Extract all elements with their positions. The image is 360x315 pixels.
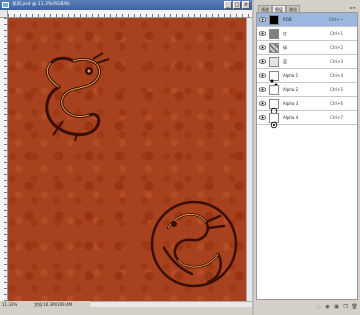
visibility-eye-icon[interactable] [259,115,266,120]
channel-thumbnail [269,57,279,67]
channels-panel: 通道 图层 路径 ▸≡ RGB Ctrl+~ 红 Ctrl+1 绿 Ctrl+2… [252,0,360,315]
visibility-eye-icon[interactable] [259,59,266,64]
channel-row[interactable]: Alpha 1 Ctrl+4 [257,69,357,87]
document-info[interactable]: 文档:16.3M/109.4M [34,302,72,308]
channel-shortcut: Ctrl+7 [329,115,343,120]
tab-channels[interactable]: 通道 [258,5,272,12]
photoshop-app-icon [2,2,9,8]
new-channel-icon[interactable]: ❐ [342,304,349,311]
channel-shortcut: Ctrl+4 [329,73,343,78]
document-titlebar[interactable]: 龙凤.psd @ 11.3%(RGB/8) _ □ × [0,0,252,10]
horizontal-ruler[interactable] [8,10,252,18]
channel-shortcut: Ctrl+3 [329,59,343,64]
channel-row[interactable]: 蓝 Ctrl+3 [257,55,357,69]
tab-paths[interactable]: 路径 [286,5,300,12]
channel-shortcut: Ctrl+5 [329,87,343,92]
channel-name: Alpha 3 [283,101,299,106]
panel-menu-icon[interactable]: ▸≡ [350,5,356,11]
image-canvas[interactable] [8,18,246,301]
status-bar: 11.33% 文档:16.3M/109.4M [0,301,90,315]
visibility-eye-icon[interactable] [259,101,266,106]
channel-name: 蓝 [283,59,287,64]
channel-name: RGB [283,17,292,22]
vertical-ruler[interactable] [0,18,8,301]
channel-thumbnail [269,113,279,129]
channel-thumbnail [269,99,279,115]
channel-row[interactable]: Alpha 3 Ctrl+6 [257,97,357,115]
minimize-button[interactable]: _ [224,1,232,9]
channel-thumbnail [269,15,279,25]
channel-row[interactable]: 绿 Ctrl+2 [257,41,357,55]
channel-name: Alpha 1 [283,73,299,78]
channel-name: Alpha 4 [283,115,299,120]
dotted-circle-icon[interactable]: ◌ [315,304,322,311]
tab-layers[interactable]: 图层 [272,5,286,12]
channel-list: RGB Ctrl+~ 红 Ctrl+1 绿 Ctrl+2 蓝 Ctrl+3 Al… [256,12,358,300]
channel-name: 红 [283,31,287,36]
channel-row[interactable]: Alpha 2 Ctrl+5 [257,83,357,97]
visibility-eye-icon[interactable] [259,87,266,92]
channel-shortcut: Ctrl+6 [329,101,343,106]
mask-icon[interactable]: ▣ [333,304,340,311]
channel-row[interactable]: 红 Ctrl+1 [257,27,357,41]
channel-shortcut: Ctrl+2 [329,45,343,50]
panel-tabs: 通道 图层 路径 [258,5,300,12]
close-button[interactable]: × [242,1,250,9]
visibility-eye-icon[interactable] [259,31,266,36]
filled-circle-icon[interactable]: ◉ [324,304,331,311]
channel-shortcut: Ctrl+~ [329,17,343,22]
dragon-motif [45,52,110,141]
channel-name: 绿 [283,45,287,50]
channel-name: Alpha 2 [283,87,299,92]
trash-icon[interactable]: 🗑 [351,304,358,311]
phoenix-motif [150,200,238,288]
visibility-eye-icon[interactable] [259,17,266,22]
channel-thumbnail [269,85,279,95]
channel-thumbnail [269,29,279,39]
status-bar-fill [90,307,252,315]
zoom-level[interactable]: 11.33% [2,302,17,308]
visibility-eye-icon[interactable] [259,73,266,78]
maximize-button[interactable]: □ [233,1,241,9]
document-title: 龙凤.psd @ 11.3%(RGB/8) [12,2,70,7]
channel-row[interactable]: RGB Ctrl+~ [257,13,357,27]
ruler-origin[interactable] [0,10,8,18]
visibility-eye-icon[interactable] [259,45,266,50]
document-window: 龙凤.psd @ 11.3%(RGB/8) _ □ × 11.33% 文档:16… [0,0,252,315]
channel-thumbnail [269,43,279,53]
channel-row[interactable]: Alpha 4 Ctrl+7 [257,111,357,129]
channel-shortcut: Ctrl+1 [329,31,343,36]
panel-bottom-toolbar: ◌ ◉ ▣ ❐ 🗑 [256,302,358,312]
channel-thumbnail [269,71,279,87]
